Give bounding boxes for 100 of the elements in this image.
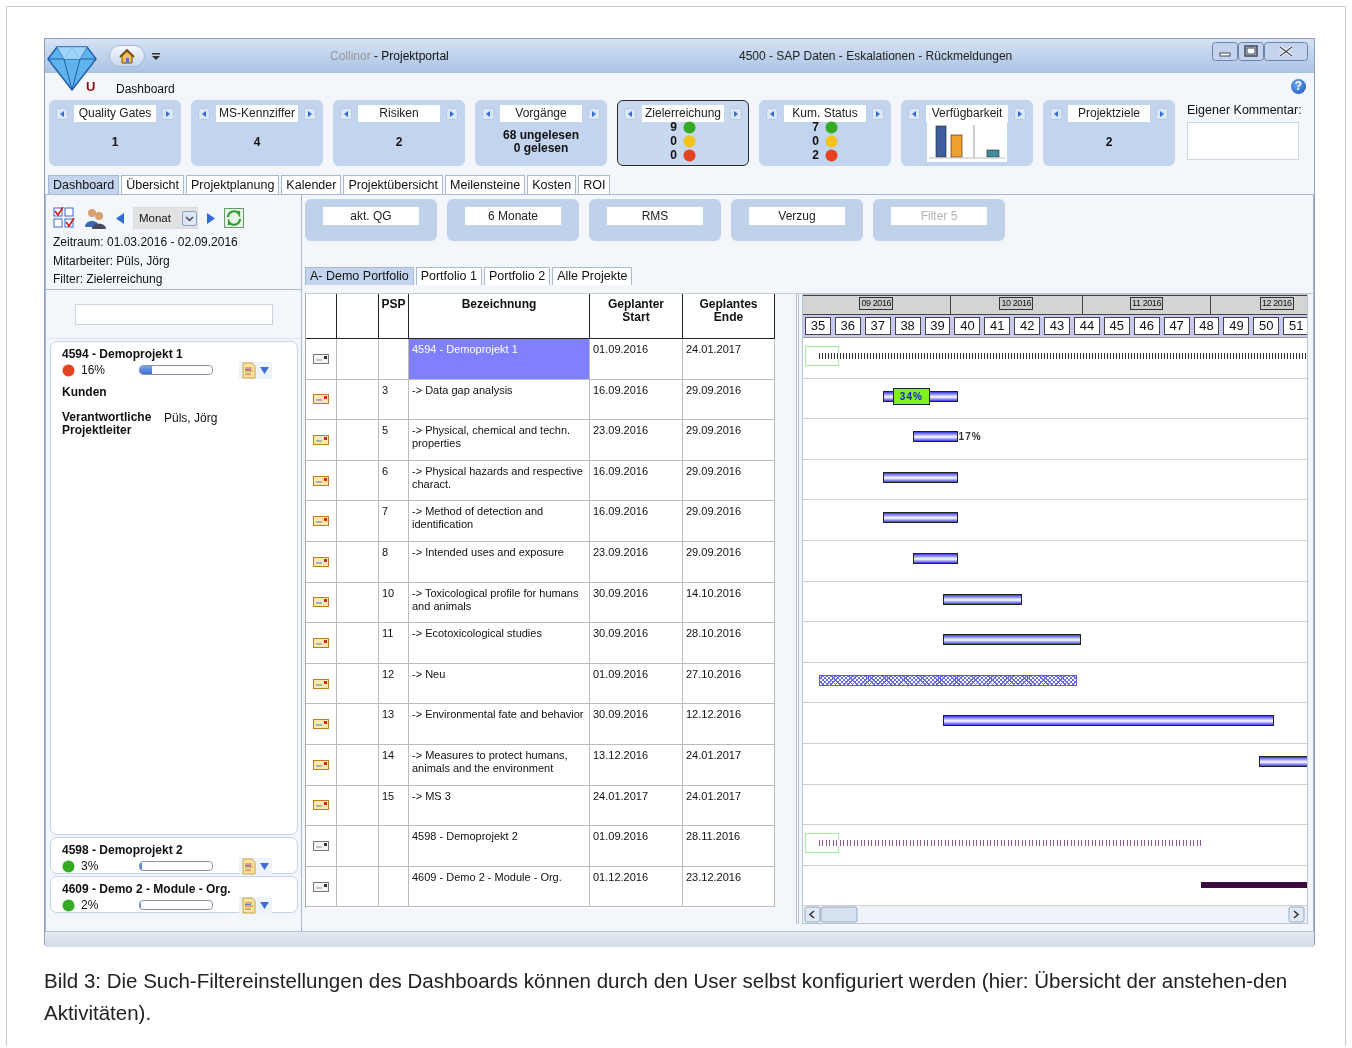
table-cell[interactable]: -> Toxicological profile for humans and animals: [409, 582, 590, 624]
arrow-right-icon[interactable]: [1014, 107, 1026, 120]
kpi-card[interactable]: Projektziele 2: [1043, 100, 1175, 166]
search-field[interactable]: [74, 303, 273, 325]
table-cell: 6: [379, 460, 409, 502]
document-list-icon[interactable]: [242, 361, 256, 379]
table-cell[interactable]: -> Neu: [409, 663, 590, 705]
milestone-marker: [804, 833, 839, 854]
caret-down-icon[interactable]: [260, 366, 269, 374]
arrow-left-icon[interactable]: [908, 107, 920, 120]
task-envelope-icon[interactable]: [313, 759, 329, 770]
task-envelope-icon[interactable]: [313, 597, 329, 608]
document-list-icon[interactable]: [242, 857, 256, 875]
task-envelope-icon[interactable]: [313, 637, 329, 648]
table-cell[interactable]: -> Ecotoxicological studies: [409, 623, 590, 664]
kpi-card[interactable]: Verfügbarkeit: [901, 100, 1033, 166]
close-icon[interactable]: [1264, 42, 1308, 61]
arrow-right-icon[interactable]: [446, 107, 458, 120]
arrow-right-icon[interactable]: [588, 107, 600, 120]
portfolio-tab[interactable]: Alle Projekte: [552, 267, 633, 285]
portfolio-tab[interactable]: A- Demo Portfolio: [305, 267, 414, 285]
tab[interactable]: Übersicht: [121, 175, 184, 194]
checklist-icon[interactable]: [53, 207, 75, 229]
tab[interactable]: Kosten: [527, 175, 577, 194]
table-cell: 30.09.2016: [590, 582, 683, 624]
project-card[interactable]: 4594 - Demoprojekt 1 16% Kunden Verantwortliche Projektleiter Püls, Jörg: [50, 341, 298, 835]
arrow-right-icon[interactable]: [206, 212, 216, 224]
minimize-icon[interactable]: [1212, 42, 1238, 61]
arrow-left-icon[interactable]: [624, 107, 636, 120]
task-envelope-icon[interactable]: [313, 475, 329, 486]
arrow-left-icon[interactable]: [1050, 107, 1062, 120]
envelope-icon[interactable]: [313, 840, 329, 851]
tab[interactable]: Dashboard: [48, 175, 120, 194]
kpi-title: Kum. Status: [784, 105, 866, 122]
filter-button[interactable]: akt. QG: [323, 207, 419, 225]
caret-down-icon[interactable]: [182, 210, 197, 226]
week-label: 39: [924, 317, 951, 335]
portfolio-tab[interactable]: Portfolio 2: [483, 267, 551, 285]
table-cell[interactable]: 4609 - Demo 2 - Module - Org.: [409, 866, 590, 908]
users-icon[interactable]: [83, 207, 107, 229]
refresh-icon[interactable]: [224, 208, 244, 228]
arrow-right-icon[interactable]: [162, 107, 174, 120]
project-card[interactable]: 4609 - Demo 2 - Module - Org. 2%: [50, 876, 298, 913]
table-cell: 10: [379, 582, 409, 624]
arrow-left-icon[interactable]: [56, 107, 68, 120]
kpi-card[interactable]: Quality Gates 1: [49, 100, 181, 166]
comment-field[interactable]: [1187, 122, 1299, 160]
filter-button[interactable]: Verzug: [749, 207, 845, 225]
home-button[interactable]: [109, 45, 145, 67]
arrow-right-icon[interactable]: [730, 107, 742, 120]
task-envelope-icon[interactable]: [313, 394, 329, 405]
dropdown-caret-icon[interactable]: [152, 53, 160, 60]
arrow-right-icon[interactable]: [1156, 107, 1168, 120]
kpi-card[interactable]: Kum. Status 7 0 2: [759, 100, 891, 166]
arrow-left-icon[interactable]: [115, 212, 125, 224]
kpi-card[interactable]: Vorgänge 68 ungelesen 0 gelesen: [475, 100, 607, 166]
kpi-card[interactable]: Zielerreichung 9 0 0: [617, 100, 749, 166]
task-envelope-icon[interactable]: [313, 678, 329, 689]
tab[interactable]: ROI: [578, 175, 611, 194]
task-envelope-icon[interactable]: [313, 800, 329, 811]
arrow-right-icon[interactable]: [304, 107, 316, 120]
project-card[interactable]: 4598 - Demoprojekt 2 3%: [50, 837, 298, 874]
table-cell[interactable]: 4598 - Demoprojekt 2: [409, 826, 590, 867]
kpi-card[interactable]: MS-Kennziffer 4: [191, 100, 323, 166]
tab[interactable]: Projektübersicht: [343, 175, 444, 194]
filter-button[interactable]: 6 Monate: [465, 207, 561, 225]
tab[interactable]: Kalender: [281, 175, 342, 194]
task-envelope-icon[interactable]: [313, 516, 329, 527]
arrow-left-icon[interactable]: [198, 107, 210, 120]
arrow-left-icon[interactable]: [482, 107, 494, 120]
table-cell[interactable]: -> Environmental fate and behavior: [409, 704, 590, 745]
table-cell[interactable]: -> Physical, chemical and techn. properties: [409, 420, 590, 461]
progress-label: 34%: [892, 387, 930, 405]
arrow-right-icon[interactable]: [872, 107, 884, 120]
period-dropdown[interactable]: Monat: [133, 207, 198, 229]
filter-button[interactable]: RMS: [607, 207, 703, 225]
arrow-left-icon[interactable]: [340, 107, 352, 120]
maximize-icon[interactable]: [1238, 42, 1264, 61]
tab[interactable]: Meilensteine: [445, 175, 526, 194]
table-cell: 29.09.2016: [683, 420, 775, 461]
caret-down-icon[interactable]: [260, 862, 269, 870]
status-count: 9: [670, 120, 677, 134]
tab[interactable]: Projektplanung: [185, 175, 280, 194]
envelope-icon[interactable]: [313, 353, 329, 364]
table-cell[interactable]: -> MS 3: [409, 785, 590, 827]
table-cell[interactable]: -> Data gap analysis: [409, 379, 590, 421]
table-cell[interactable]: -> Physical hazards and respective charact.: [409, 460, 590, 502]
document-list-icon[interactable]: [242, 896, 256, 914]
task-envelope-icon[interactable]: [313, 556, 329, 567]
horizontal-scrollbar[interactable]: [803, 906, 1307, 923]
portfolio-tab[interactable]: Portfolio 1: [415, 267, 482, 285]
kpi-card[interactable]: Risiken 2: [333, 100, 465, 166]
table-cell[interactable]: -> Method of detection and identification: [409, 501, 590, 542]
arrow-left-icon[interactable]: [766, 107, 778, 120]
task-envelope-icon[interactable]: [313, 435, 329, 445]
envelope-icon[interactable]: [313, 881, 329, 892]
task-envelope-icon[interactable]: [313, 719, 329, 730]
table-cell[interactable]: -> Intended uses and exposure: [409, 541, 590, 583]
caret-down-icon[interactable]: [260, 901, 269, 909]
table-cell[interactable]: -> Measures to protect humans, animals and the environment: [409, 744, 590, 786]
